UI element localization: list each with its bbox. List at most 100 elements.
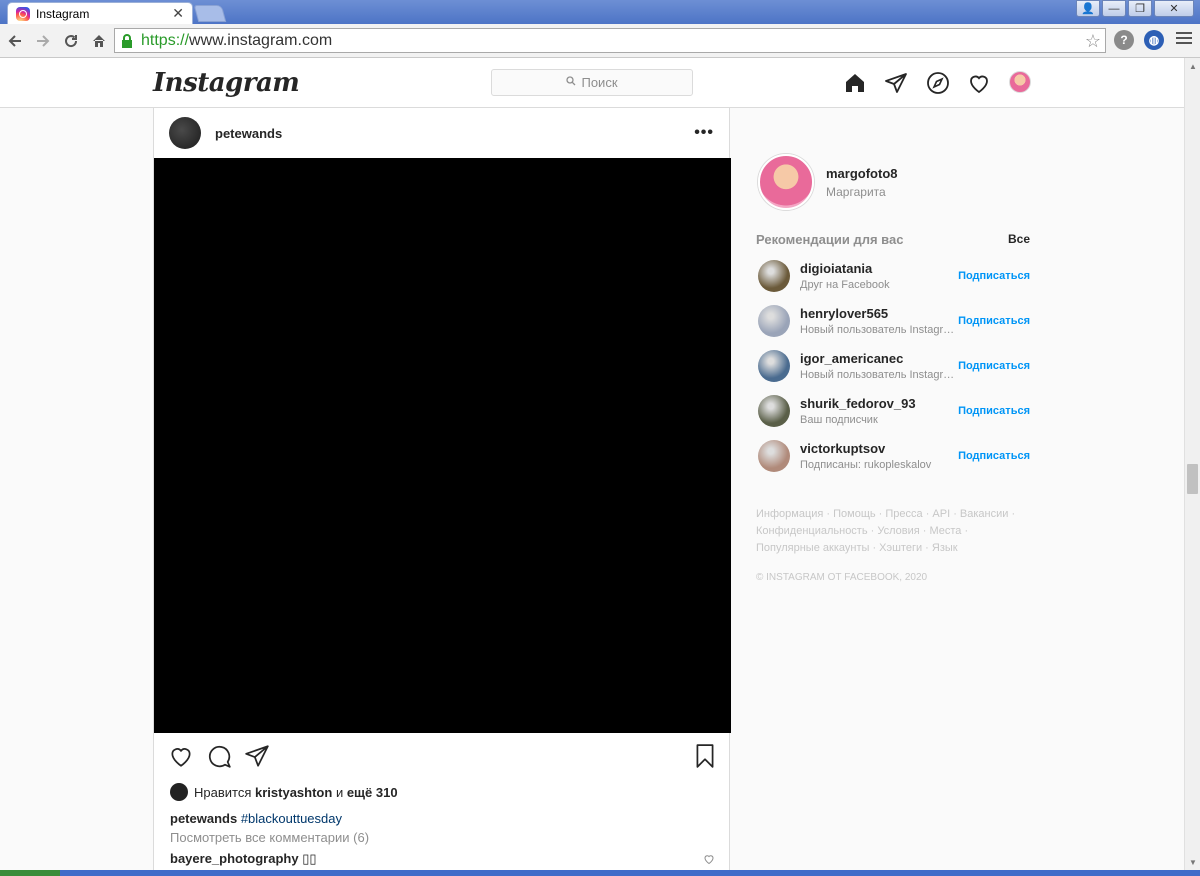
more-options-icon[interactable]: ••• <box>694 124 714 142</box>
home-nav-icon[interactable] <box>843 71 867 95</box>
current-user: margofoto8 Маргарита <box>758 154 1030 210</box>
minimize-button[interactable]: — <box>1102 0 1126 17</box>
instagram-logo[interactable]: Instagram <box>153 68 300 98</box>
current-user-avatar[interactable] <box>758 154 814 210</box>
recommendation-info: shurik_fedorov_93 Ваш подписчик <box>800 396 958 426</box>
liker-avatar[interactable] <box>170 783 188 801</box>
explore-compass-icon[interactable] <box>926 71 950 95</box>
share-send-icon[interactable] <box>244 743 270 772</box>
comment-like-heart-icon[interactable] <box>703 853 715 868</box>
tab-title: Instagram <box>36 6 90 21</box>
search-input[interactable]: Поиск <box>491 69 693 96</box>
recommendation-username[interactable]: henrylover565 <box>800 306 958 321</box>
extension-help-icon[interactable]: ? <box>1114 30 1134 50</box>
post-author-username[interactable]: petewands <box>215 126 694 141</box>
ig-header: Instagram Поиск <box>0 58 1184 108</box>
search-icon <box>566 76 576 89</box>
caption-username[interactable]: petewands <box>170 811 237 826</box>
recommendation-item: henrylover565 Новый пользователь Instagra… <box>756 305 1030 337</box>
follow-button[interactable]: Подписаться <box>958 360 1030 372</box>
recommendation-item: shurik_fedorov_93 Ваш подписчик Подписатьс… <box>756 395 1030 427</box>
recommendation-reason: Подписаны: rukopleskalov <box>800 459 932 471</box>
follow-button[interactable]: Подписаться <box>958 270 1030 282</box>
recommendation-info: victorkuptsov Подписаны: rukopleskalov <box>800 441 958 471</box>
page-viewport: Instagram Поиск petewands ••• Нравится k… <box>0 58 1184 876</box>
like-heart-icon[interactable] <box>168 743 194 772</box>
view-all-comments-link[interactable]: Посмотреть все комментарии (6) <box>154 830 729 845</box>
comment-username[interactable]: bayere_photography <box>170 851 299 866</box>
activity-heart-icon[interactable] <box>967 71 991 95</box>
recommendation-reason: Ваш подписчик <box>800 414 878 426</box>
url-host: www.instagram.com <box>189 31 333 49</box>
recommendation-item: digioiatania Друг на Facebook Подписаться <box>756 260 1030 292</box>
footer-links[interactable]: Информация · Помощь · Пресса · API · Вак… <box>756 506 1016 557</box>
tab-close-icon[interactable]: ✕ <box>172 5 184 22</box>
comment-bubble-icon[interactable] <box>206 743 232 772</box>
profile-button[interactable]: 👤 <box>1076 0 1100 17</box>
likes-prefix: Нравится <box>194 784 252 800</box>
scroll-up-arrow-icon[interactable]: ▲ <box>1185 58 1200 74</box>
search-placeholder: Поиск <box>581 75 618 90</box>
recommendation-avatar[interactable] <box>758 350 790 382</box>
comment-item: bayere_photography ▯▯ <box>154 851 729 867</box>
recommendation-avatar[interactable] <box>758 260 790 292</box>
post-author-avatar[interactable] <box>169 117 201 149</box>
caption-hashtag[interactable]: #blackouttuesday <box>241 811 342 826</box>
browser-toolbar: https:// www.instagram.com ☆ ? ◍ <box>0 24 1200 58</box>
recommendation-username[interactable]: digioiatania <box>800 261 958 276</box>
restore-button[interactable]: ❐ <box>1128 0 1152 17</box>
liker-username[interactable]: kristyashton <box>255 785 332 800</box>
comment-text: ▯▯ <box>302 851 317 866</box>
follow-button[interactable]: Подписаться <box>958 450 1030 462</box>
browser-menu-icon[interactable] <box>1176 32 1192 47</box>
sidebar: margofoto8 Маргарита Рекомендации для ва… <box>756 154 1030 583</box>
recommendation-username[interactable]: igor_americanec <box>800 351 958 366</box>
recommendation-item: igor_americanec Новый пользователь Instag… <box>756 350 1030 382</box>
page-scrollbar[interactable]: ▲ ▼ <box>1184 58 1200 870</box>
extension-globe-icon[interactable]: ◍ <box>1144 30 1164 50</box>
post-caption: petewands #blackouttuesday <box>154 811 729 826</box>
url-scheme: https:// <box>141 31 190 49</box>
recommendation-avatar[interactable] <box>758 305 790 337</box>
save-bookmark-icon[interactable] <box>692 743 718 772</box>
recommendations-header: Рекомендации для вас Все <box>756 232 1030 247</box>
recommendation-username[interactable]: shurik_fedorov_93 <box>800 396 958 411</box>
copyright: © Instagram от Facebook, 2020 <box>756 572 928 583</box>
see-all-link[interactable]: Все <box>1008 232 1030 247</box>
follow-button[interactable]: Подписаться <box>958 405 1030 417</box>
home-icon[interactable] <box>86 28 112 54</box>
current-user-username[interactable]: margofoto8 <box>826 166 898 181</box>
direct-send-icon[interactable] <box>884 71 908 95</box>
forward-arrow-icon[interactable] <box>30 28 56 54</box>
recommendation-item: victorkuptsov Подписаны: rukopleskalov Под… <box>756 440 1030 472</box>
feed-post: petewands ••• Нравится kristyashton и ещ… <box>153 108 731 876</box>
recommendation-avatar[interactable] <box>758 440 790 472</box>
new-tab-button[interactable] <box>193 5 227 22</box>
likes-more-link[interactable]: ещё 310 <box>347 785 398 800</box>
recommendation-info: henrylover565 Новый пользователь Instagra… <box>800 306 958 336</box>
lock-icon <box>121 33 135 48</box>
scroll-thumb[interactable] <box>1187 464 1198 494</box>
instagram-favicon-icon <box>16 6 30 21</box>
bookmark-star-icon[interactable]: ☆ <box>1085 31 1101 52</box>
recommendation-reason: Новый пользователь Instagram <box>800 324 955 336</box>
browser-tab-instagram[interactable]: Instagram ✕ <box>7 2 193 24</box>
post-actions <box>154 733 729 779</box>
recommendation-info: igor_americanec Новый пользователь Instag… <box>800 351 958 381</box>
post-header: petewands ••• <box>154 108 729 158</box>
post-image[interactable] <box>154 158 731 733</box>
follow-button[interactable]: Подписаться <box>958 315 1030 327</box>
back-arrow-icon[interactable] <box>2 28 28 54</box>
recommendations-list: digioiatania Друг на Facebook Подписаться h… <box>756 260 1030 472</box>
reload-icon[interactable] <box>58 28 84 54</box>
profile-avatar[interactable] <box>1009 71 1033 95</box>
likes-line: Нравится kristyashton и ещё 310 <box>154 779 729 805</box>
close-window-button[interactable]: ✕ <box>1154 0 1194 17</box>
recommendations-title: Рекомендации для вас <box>756 232 904 247</box>
scroll-down-arrow-icon[interactable]: ▼ <box>1185 854 1200 870</box>
taskbar-strip <box>0 870 1200 876</box>
browser-tabstrip: Instagram ✕ 👤 — ❐ ✕ <box>0 0 1200 24</box>
recommendation-avatar[interactable] <box>758 395 790 427</box>
recommendation-username[interactable]: victorkuptsov <box>800 441 958 456</box>
address-bar[interactable]: https:// www.instagram.com ☆ <box>114 28 1106 53</box>
